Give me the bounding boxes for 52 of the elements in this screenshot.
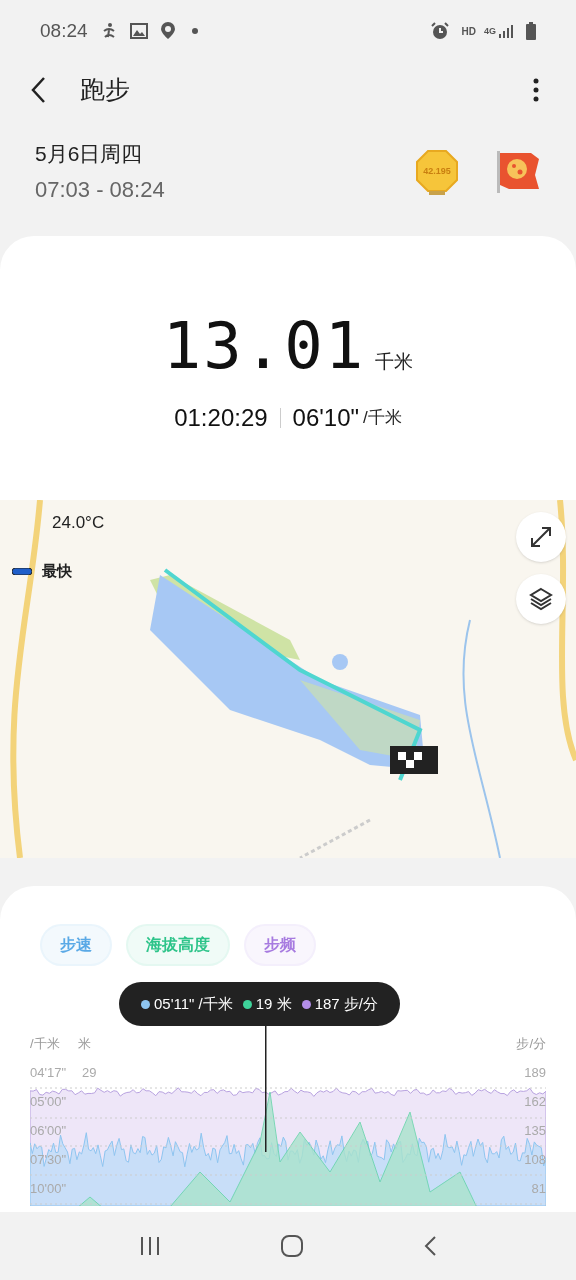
chart-tab[interactable]: 海拔高度 [126,924,230,966]
nav-back-button[interactable] [422,1235,437,1257]
status-time: 08:24 [40,18,88,43]
home-button[interactable] [280,1234,304,1258]
fastest-legend-icon [12,567,32,575]
alarm-icon [429,22,450,40]
distance-unit: 千米 [375,349,414,374]
location-pin-icon [159,21,176,41]
axis-tick-label: 07'30" [30,1150,67,1168]
page-title: 跑步 [80,74,130,106]
axis-unit: 米 [77,1035,91,1053]
home-icon [280,1234,304,1258]
axis-tick-label: 81 [531,1179,546,1197]
more-icon [533,78,539,102]
axis-tick-label: 135 [524,1121,546,1139]
session-date: 5月6日周四 [35,140,144,167]
axis-tick-label: 10'00" [30,1179,67,1197]
axis-tick-label: 108 [524,1150,546,1168]
legend-label: 最快 [42,561,72,581]
axis-unit: /千米 [30,1035,60,1053]
hd-indicator: HD [461,24,476,39]
recent-apps-button[interactable] [139,1236,162,1256]
duration-value: 01:20:29 [174,403,268,433]
pace-unit: /千米 [363,407,402,430]
axis-tick-label: 04'17" [30,1063,67,1081]
temperature-label: 24.0°C [52,512,105,534]
pace-value: 06'10" [292,403,360,433]
back-icon [30,76,46,104]
route-flag-icon[interactable] [495,149,541,195]
battery-icon [526,22,536,40]
tooltip-value: 05'11" /千米 [154,993,233,1014]
layers-icon [529,587,553,611]
network-type: 4G [484,26,496,36]
axis-tick-label: 05'00" [30,1092,67,1110]
axis-tick-label: 06'00" [30,1121,67,1139]
marathon-medal[interactable]: 42.195 [415,149,459,195]
image-icon [129,23,148,39]
chart-tab[interactable]: 步频 [244,924,316,966]
axis-unit: 步/分 [516,1035,546,1053]
axis-tick-label: 29 [82,1063,97,1081]
tooltip-value: 187 步/分 [314,993,378,1014]
axis-tick-label: 162 [524,1092,546,1110]
chart-tab[interactable]: 步速 [40,924,112,966]
session-time-range: 07:03 - 08:24 [35,176,165,205]
axis-tick-label: 189 [524,1063,546,1081]
tooltip-value: 19 米 [255,993,292,1014]
recent-apps-icon [139,1236,162,1256]
distance-value: 13.01 [162,314,366,378]
expand-icon [530,526,552,548]
signal-icon [498,24,514,38]
back-icon [422,1235,437,1257]
dot-icon [191,28,198,34]
